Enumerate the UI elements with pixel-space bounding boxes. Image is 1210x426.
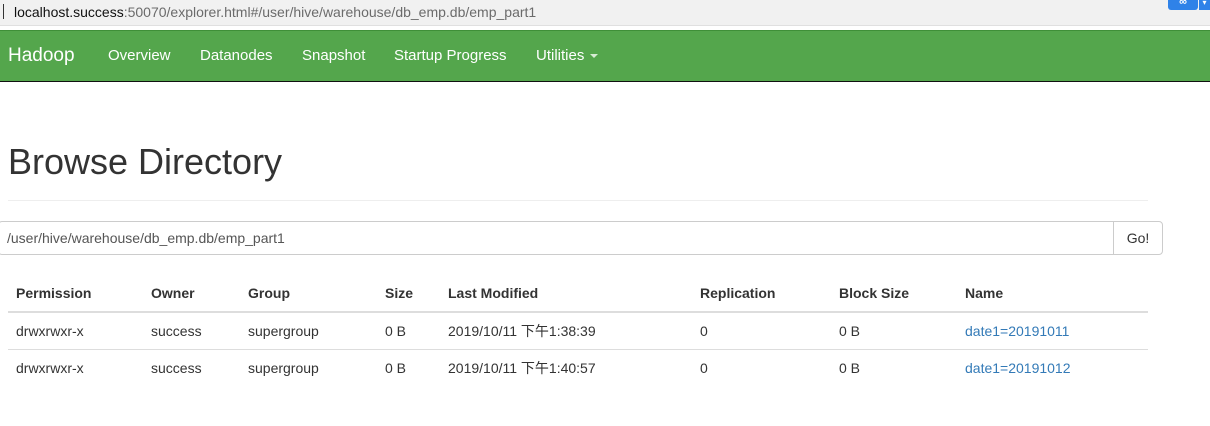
url-host: localhost.success (14, 4, 124, 20)
table-row: drwxrwxr-x success supergroup 0 B 2019/1… (8, 350, 1148, 387)
column-header-permission[interactable]: Permission (8, 274, 143, 313)
cell-group: supergroup (248, 360, 319, 376)
browser-address-bar[interactable]: localhost.success:50070/explorer.html#/u… (0, 0, 1210, 26)
top-navbar: Hadoop Overview Datanodes Snapshot Start… (0, 30, 1210, 82)
cell-last-modified: 2019/10/11 下午1:38:39 (440, 312, 692, 350)
cell-size: 0 B (385, 360, 407, 376)
go-button[interactable]: Go! (1113, 221, 1163, 255)
url-path: :50070/explorer.html#/user/hive/warehous… (123, 4, 537, 20)
column-header-owner[interactable]: Owner (143, 274, 240, 313)
cell-permission: drwxrwxr-x (8, 312, 143, 350)
brand-link[interactable]: Hadoop (8, 31, 75, 81)
column-header-block-size[interactable]: Block Size (831, 274, 957, 313)
table-row: drwxrwxr-x success supergroup 0 B 2019/1… (8, 312, 1148, 350)
nav-utilities-label: Utilities (536, 47, 585, 64)
cloud-icon[interactable]: ∞ (1168, 0, 1198, 10)
directory-path-input[interactable] (0, 221, 1114, 255)
cell-size: 0 B (377, 312, 440, 350)
cell-block-size: 0 B (839, 360, 861, 376)
nav-overview[interactable]: Overview (108, 31, 171, 81)
directory-link[interactable]: date1=20191012 (965, 360, 1071, 376)
cell-permission: drwxrwxr-x (16, 360, 84, 376)
cell-block-size: 0 B (831, 312, 957, 350)
cell-group: supergroup (240, 312, 377, 350)
directory-listing-table: Permission Owner Group Size Last Modifie… (8, 274, 1148, 386)
nav-utilities-dropdown[interactable]: Utilities (536, 31, 599, 81)
cell-name: date1=20191011 (957, 312, 1148, 350)
caret-down-icon (590, 54, 599, 59)
cell-replication: 0 (692, 312, 831, 350)
nav-startup-progress[interactable]: Startup Progress (394, 31, 507, 81)
nav-datanodes[interactable]: Datanodes (200, 31, 273, 81)
text-cursor (3, 4, 4, 19)
cell-owner: success (151, 360, 202, 376)
table-header-row: Permission Owner Group Size Last Modifie… (8, 274, 1148, 313)
nav-snapshot[interactable]: Snapshot (302, 31, 365, 81)
directory-link[interactable]: date1=20191011 (965, 323, 1069, 339)
column-header-name[interactable]: Name (957, 274, 1148, 313)
column-header-replication[interactable]: Replication (692, 274, 831, 313)
chevron-down-icon[interactable]: ▾ (1199, 0, 1210, 10)
cell-owner: success (143, 312, 240, 350)
page-title: Browse Directory (8, 141, 283, 182)
cell-last-modified: 2019/10/11 下午1:40:57 (448, 360, 596, 376)
cell-name: date1=20191012 (957, 350, 1148, 387)
header-divider (8, 200, 1148, 201)
column-header-last-modified[interactable]: Last Modified (440, 274, 692, 313)
column-header-group[interactable]: Group (240, 274, 377, 313)
url-text[interactable]: localhost.success:50070/explorer.html#/u… (14, 3, 536, 21)
cell-replication: 0 (700, 360, 708, 376)
page-root: localhost.success:50070/explorer.html#/u… (0, 0, 1210, 426)
column-header-size[interactable]: Size (377, 274, 440, 313)
